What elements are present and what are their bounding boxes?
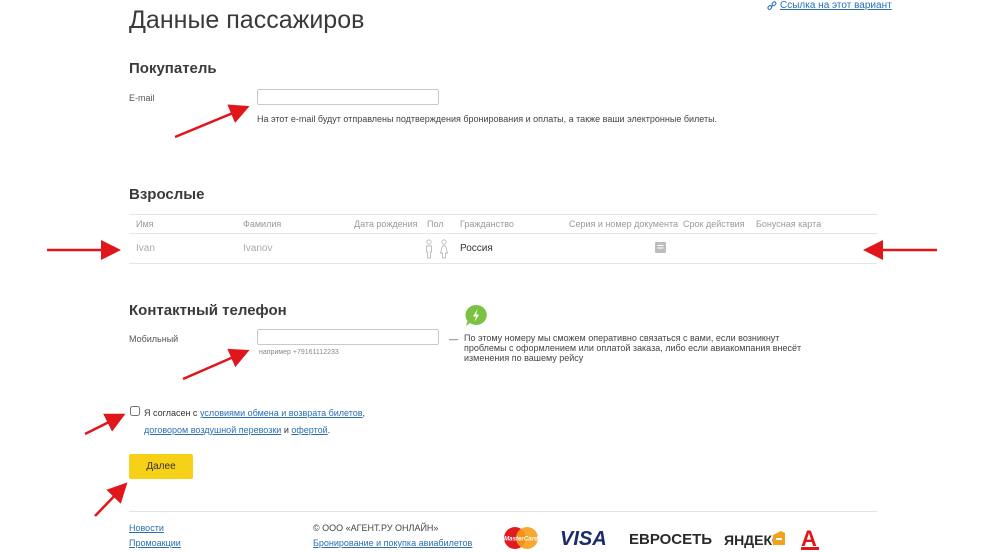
arrow-to-mobile (182, 348, 250, 381)
arrow-to-email (174, 104, 250, 139)
arrow-to-next (94, 482, 128, 517)
arrow-to-checkbox (84, 413, 126, 436)
annotation-arrows (47, 104, 937, 517)
